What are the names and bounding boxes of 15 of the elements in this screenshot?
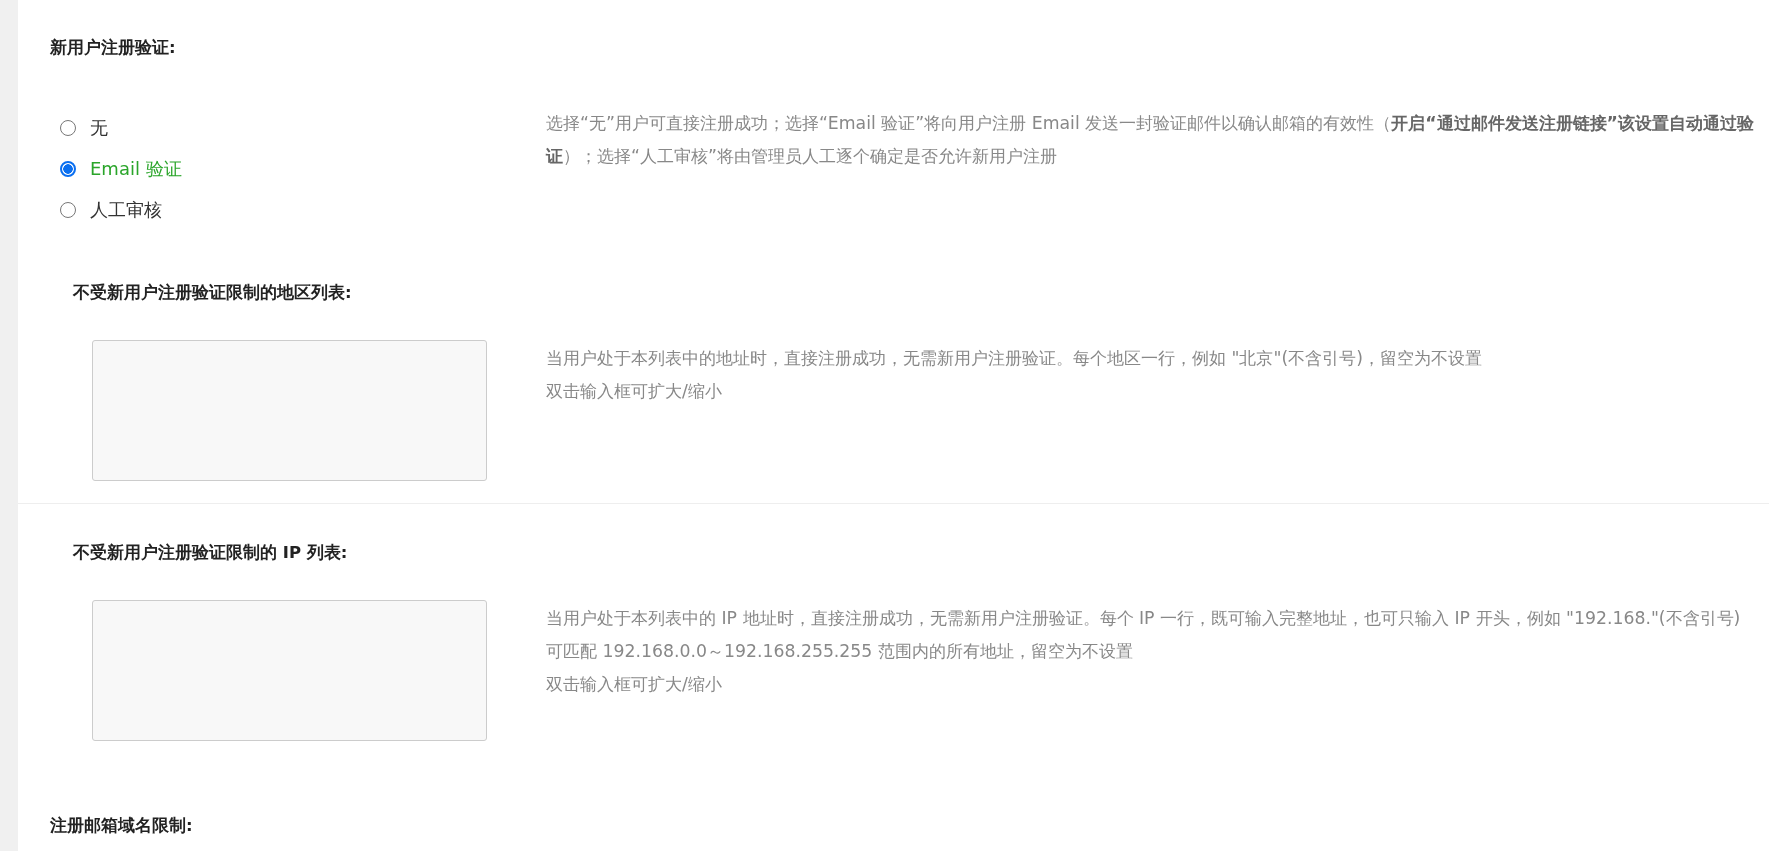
radio-button[interactable] <box>60 160 76 177</box>
radio-option[interactable]: 无 <box>50 107 546 148</box>
setting-description: 选择“无”用户可直接注册成功；选择“Email 验证”将向用户注册 Email 发送一封验证邮件以确认邮箱的有效性（开启“通过邮件发送注册链接”该设置自动通过验证）；选择“人工审核”将由管理员人工逐个确定是否允许新用户注册 <box>546 112 1755 168</box>
option-label: 无 <box>90 115 108 140</box>
option-label: Email 验证 <box>90 156 182 181</box>
option-label: 人工审核 <box>90 197 162 222</box>
setting-title: 注册邮箱域名限制: <box>50 815 194 837</box>
setting-description: 双击输入框可扩大/缩小 <box>546 380 723 403</box>
setting-description: 当用户处于本列表中的 IP 地址时，直接注册成功，无需新用户注册验证。每个 IP 一行，既可输入完整地址，也可只输入 IP 开头，例如 "192.168."(不含引号) 可匹配 192.168.0.0～192.168.255.255 范围内的所有地址，留空为不设置 <box>546 607 1742 663</box>
setting-description: 当用户处于本列表中的地址时，直接注册成功，无需新用户注册验证。每个地区一行，例如 "北京"(不含引号)，留空为不设置 <box>546 347 1483 370</box>
setting-description: 双击输入框可扩大/缩小 <box>546 673 723 696</box>
setting-title: 不受新用户注册验证限制的地区列表: <box>72 282 353 304</box>
setting-title: 不受新用户注册验证限制的 IP 列表: <box>72 542 349 564</box>
radio-option[interactable]: 人工审核 <box>50 189 546 230</box>
setting-title: 新用户注册验证: <box>50 37 177 59</box>
